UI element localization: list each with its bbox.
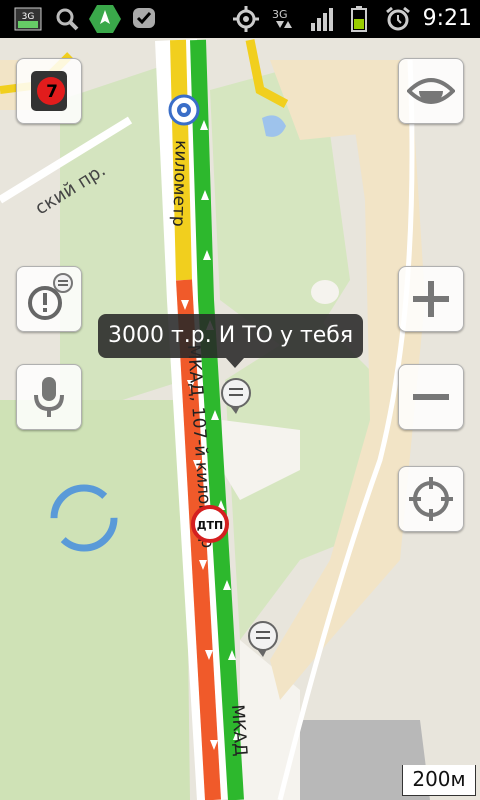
- comment-text: 3000 т.р. И ТО у тебя: [108, 323, 354, 348]
- report-event-button[interactable]: [16, 266, 82, 332]
- voice-search-button[interactable]: [16, 364, 82, 430]
- park-area: [0, 400, 190, 800]
- traffic-level: 7: [46, 82, 58, 102]
- traffic-button[interactable]: 7: [16, 58, 82, 124]
- status-time: 9:21: [422, 6, 472, 31]
- microphone-icon: [34, 377, 64, 417]
- check-bubble-icon: [130, 6, 158, 32]
- 3g-upload-icon: 3G: [14, 6, 42, 32]
- road-label: МКАД: [227, 704, 251, 757]
- layers-view-button[interactable]: [398, 58, 464, 124]
- svg-text:ДТП: ДТП: [197, 519, 224, 532]
- minus-icon: [413, 394, 449, 400]
- camera-marker-icon[interactable]: [168, 94, 200, 126]
- search-icon: [54, 6, 80, 32]
- comment-bubble[interactable]: 3000 т.р. И ТО у тебя: [98, 314, 364, 358]
- zoom-in-button[interactable]: [398, 266, 464, 332]
- navigation-app-icon: [88, 5, 122, 33]
- battery-icon: [348, 6, 370, 32]
- crosshair-icon: [409, 477, 453, 521]
- comment-bubble-tail: [226, 358, 244, 368]
- plus-icon: [413, 281, 449, 317]
- my-location-button[interactable]: [398, 466, 464, 532]
- status-bar: 3G 3G 9:21: [0, 0, 480, 38]
- accident-marker-icon[interactable]: ДТП: [191, 505, 229, 543]
- signal-bars-icon: [310, 6, 336, 32]
- road-label: километр: [168, 140, 191, 227]
- clearing: [311, 280, 339, 304]
- map-scale: 200м: [402, 765, 476, 796]
- gps-icon: [232, 6, 260, 32]
- 3g-signal-icon: 3G: [270, 6, 296, 32]
- report-event-icon: [28, 273, 73, 320]
- eye-icon: [407, 78, 455, 104]
- svg-text:3G: 3G: [272, 8, 288, 21]
- svg-text:3G: 3G: [22, 12, 35, 22]
- traffic-light-icon: 7: [31, 71, 67, 111]
- zoom-out-button[interactable]: [398, 364, 464, 430]
- alarm-icon: [384, 6, 412, 32]
- scale-label: 200м: [412, 767, 466, 791]
